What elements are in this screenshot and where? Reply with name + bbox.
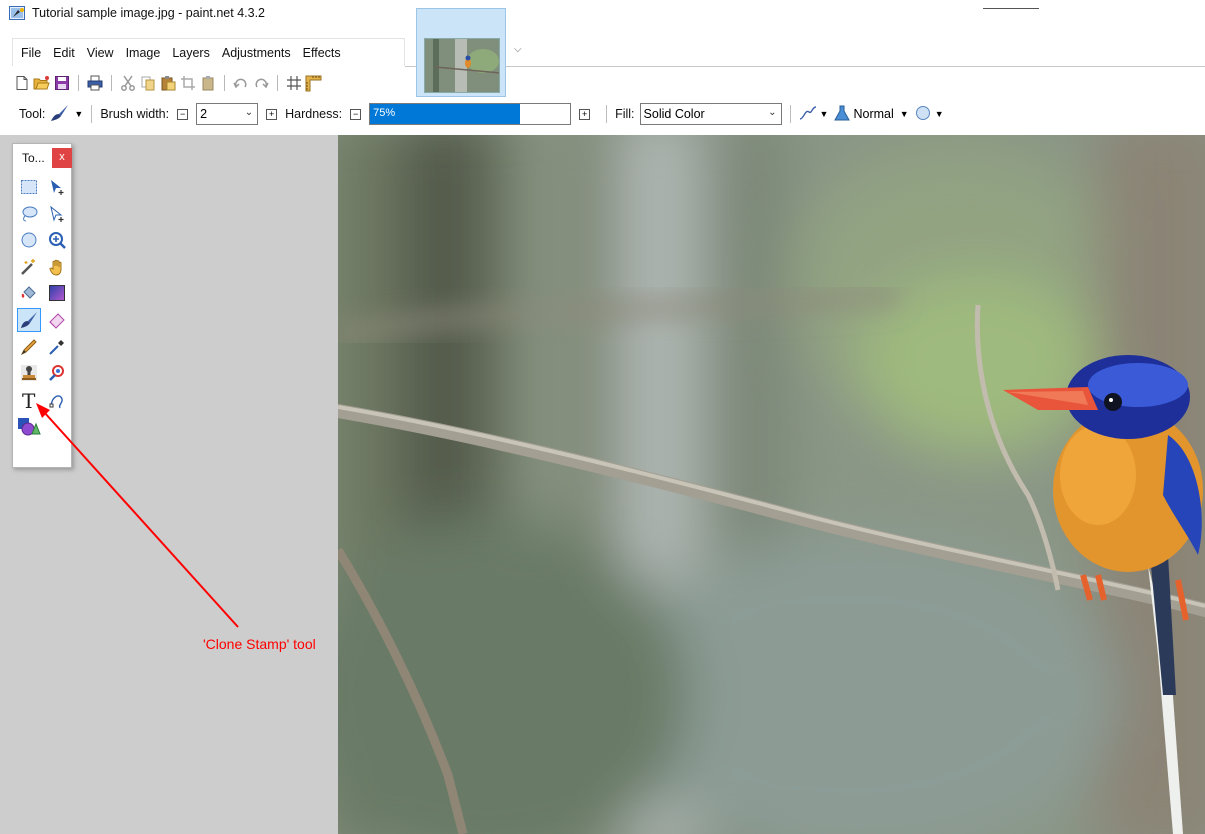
hardness-label: Hardness:: [285, 107, 343, 121]
dropdown-arrow-icon: ▼: [74, 109, 84, 119]
move-selected-pixels-icon[interactable]: [45, 175, 69, 199]
brush-width-combo[interactable]: 2 ⌄: [196, 103, 259, 125]
tool-label: Tool:: [19, 107, 46, 121]
lasso-select-icon[interactable]: [17, 202, 41, 226]
cut-icon[interactable]: [118, 74, 137, 93]
crop-icon[interactable]: [178, 74, 197, 93]
menu-bar: File Edit View Image Layers Adjustments …: [12, 38, 405, 66]
fill-mode-select[interactable]: Solid Color ⌄: [639, 103, 782, 125]
paint-bucket-icon[interactable]: [17, 281, 41, 305]
tools-grid: T: [17, 175, 69, 441]
save-icon[interactable]: [52, 74, 71, 93]
paste-new-layer-icon[interactable]: [198, 74, 217, 93]
toolbar-separator: [224, 75, 225, 91]
tab-list-chevron-icon[interactable]: ⌵: [514, 44, 522, 55]
paste-icon[interactable]: [158, 74, 177, 93]
rectangle-select-icon[interactable]: [17, 175, 41, 199]
eraser-icon[interactable]: [45, 308, 69, 332]
brush-width-increase-button[interactable]: +: [266, 108, 278, 120]
chevron-down-icon: ⌄: [244, 107, 254, 118]
dropdown-arrow-icon: ▼: [934, 109, 944, 119]
recolor-icon[interactable]: [45, 361, 69, 385]
brush-width-label: Brush width:: [100, 107, 170, 121]
dropdown-arrow-icon: ▼: [819, 109, 829, 119]
close-button[interactable]: x: [52, 148, 72, 168]
new-file-icon[interactable]: [12, 74, 31, 93]
color-picker-icon[interactable]: [45, 335, 69, 359]
menu-edit[interactable]: Edit: [53, 46, 75, 60]
toolbar-separator: [78, 75, 79, 91]
toolbar-separator: [277, 75, 278, 91]
image-thumbnail: [424, 38, 500, 93]
ruler-icon[interactable]: [304, 74, 323, 93]
clone-stamp-icon[interactable]: [17, 361, 41, 385]
hardness-decrease-button[interactable]: −: [350, 108, 362, 120]
svg-text:T: T: [22, 390, 36, 410]
paintbrush-icon: [50, 104, 70, 125]
toolbar-separator: [111, 75, 112, 91]
print-icon[interactable]: [85, 74, 104, 93]
chevron-down-icon: ⌄: [768, 107, 777, 118]
window-title: Tutorial sample image.jpg - paint.net 4.…: [32, 6, 265, 20]
brush-width-decrease-button[interactable]: −: [177, 108, 189, 120]
selection-mode-icon: [915, 105, 931, 124]
antialiasing-icon: [799, 105, 817, 124]
title-bar: Tutorial sample image.jpg - paint.net 4.…: [0, 0, 1205, 30]
gradient-icon[interactable]: [45, 281, 69, 305]
menu-adjustments[interactable]: Adjustments: [222, 46, 291, 60]
toolbar-separator: [606, 105, 608, 123]
image-canvas[interactable]: [338, 135, 1205, 834]
current-tool-dropdown[interactable]: ▼: [50, 104, 83, 125]
menu-file[interactable]: File: [21, 46, 41, 60]
paintnet-icon: [9, 6, 26, 21]
paintbrush-icon[interactable]: [17, 307, 41, 332]
menu-view[interactable]: View: [87, 46, 114, 60]
hardness-increase-button[interactable]: +: [579, 108, 591, 120]
fill-mode-value: Solid Color: [643, 107, 705, 121]
text-icon[interactable]: T: [17, 388, 41, 412]
tools-window: To... x T: [12, 143, 72, 468]
zoom-icon[interactable]: [45, 228, 69, 252]
menu-effects[interactable]: Effects: [303, 46, 341, 60]
quick-toolbar: [12, 71, 324, 95]
magic-wand-icon[interactable]: [17, 255, 41, 279]
flask-icon: [834, 105, 851, 124]
toolbar-separator: [789, 105, 791, 123]
hardness-slider[interactable]: 75%: [369, 103, 572, 125]
menu-divider: [405, 66, 1205, 67]
blend-mode-value: Normal: [853, 107, 894, 121]
brush-width-value: 2: [200, 107, 208, 121]
move-selection-icon[interactable]: [45, 202, 69, 226]
selection-mode-dropdown[interactable]: ▼: [915, 105, 944, 124]
toolbar-separator: [91, 105, 93, 123]
fill-label: Fill:: [615, 107, 635, 121]
menu-image[interactable]: Image: [126, 46, 161, 60]
pan-icon[interactable]: [45, 255, 69, 279]
grid-icon[interactable]: [284, 74, 303, 93]
tools-window-title: To...: [22, 151, 45, 165]
tool-options-bar: Tool: ▼ Brush width: − 2 ⌄ + Hardness: −…: [0, 101, 1205, 127]
redo-icon[interactable]: [251, 74, 270, 93]
antialiasing-dropdown[interactable]: ▼: [799, 105, 829, 124]
copy-icon[interactable]: [138, 74, 157, 93]
blend-mode-dropdown[interactable]: Normal ▼: [834, 105, 909, 124]
menu-layers[interactable]: Layers: [172, 46, 210, 60]
photo-kingfisher: [338, 135, 1205, 834]
annotation-label: 'Clone Stamp' tool: [203, 636, 316, 652]
line-curve-icon[interactable]: [45, 388, 69, 412]
open-file-icon[interactable]: [32, 74, 51, 93]
hardness-value: 75%: [373, 107, 396, 119]
pencil-icon[interactable]: [17, 335, 41, 359]
title-divider: [983, 8, 1039, 9]
ellipse-select-icon[interactable]: [17, 228, 41, 252]
dropdown-arrow-icon: ▼: [899, 109, 909, 119]
image-tab-thumbnail[interactable]: [416, 8, 506, 97]
shapes-icon[interactable]: [17, 414, 41, 438]
undo-icon[interactable]: [231, 74, 250, 93]
